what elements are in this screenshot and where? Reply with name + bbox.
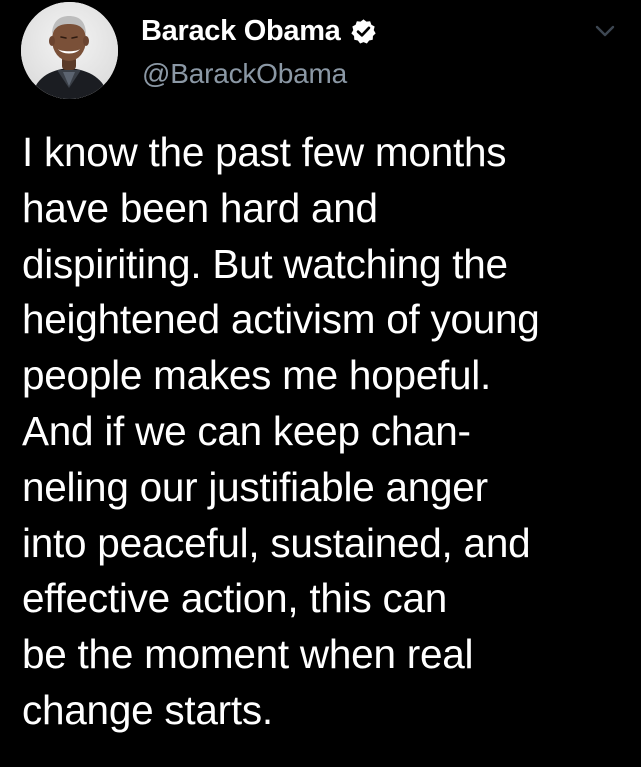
tweet-text-line: dispiriting. But watching the (22, 240, 508, 287)
author-name-row: Barack Obama (141, 13, 377, 49)
author-handle[interactable]: @BarackObama (142, 58, 347, 90)
tweet-text-line: people makes me hopeful. (22, 352, 492, 399)
tweet-text-line: have been hard and (22, 184, 378, 231)
tweet-text-line: And if we can keep chan- (22, 407, 471, 454)
tweet: Barack Obama @BarackObama I know the pas… (0, 0, 641, 767)
tweet-text-line: into peaceful, sustained, and (22, 519, 531, 566)
tweet-text-line: heightened activism of young (22, 296, 540, 343)
avatar-image (21, 2, 118, 99)
verified-badge-icon (350, 18, 376, 44)
tweet-text-line: I know the past few months (22, 129, 507, 175)
author-display-name[interactable]: Barack Obama (141, 15, 341, 48)
tweet-text-line: change starts. (22, 686, 273, 733)
chevron-down-icon[interactable] (594, 24, 616, 38)
tweet-text: I know the past few months have been har… (22, 125, 637, 739)
tweet-text-line: be the moment when real (22, 631, 474, 678)
tweet-text-line: neling our justifiable anger (22, 463, 488, 510)
tweet-text-line: effective action, this can (22, 575, 447, 622)
avatar[interactable] (21, 2, 118, 99)
